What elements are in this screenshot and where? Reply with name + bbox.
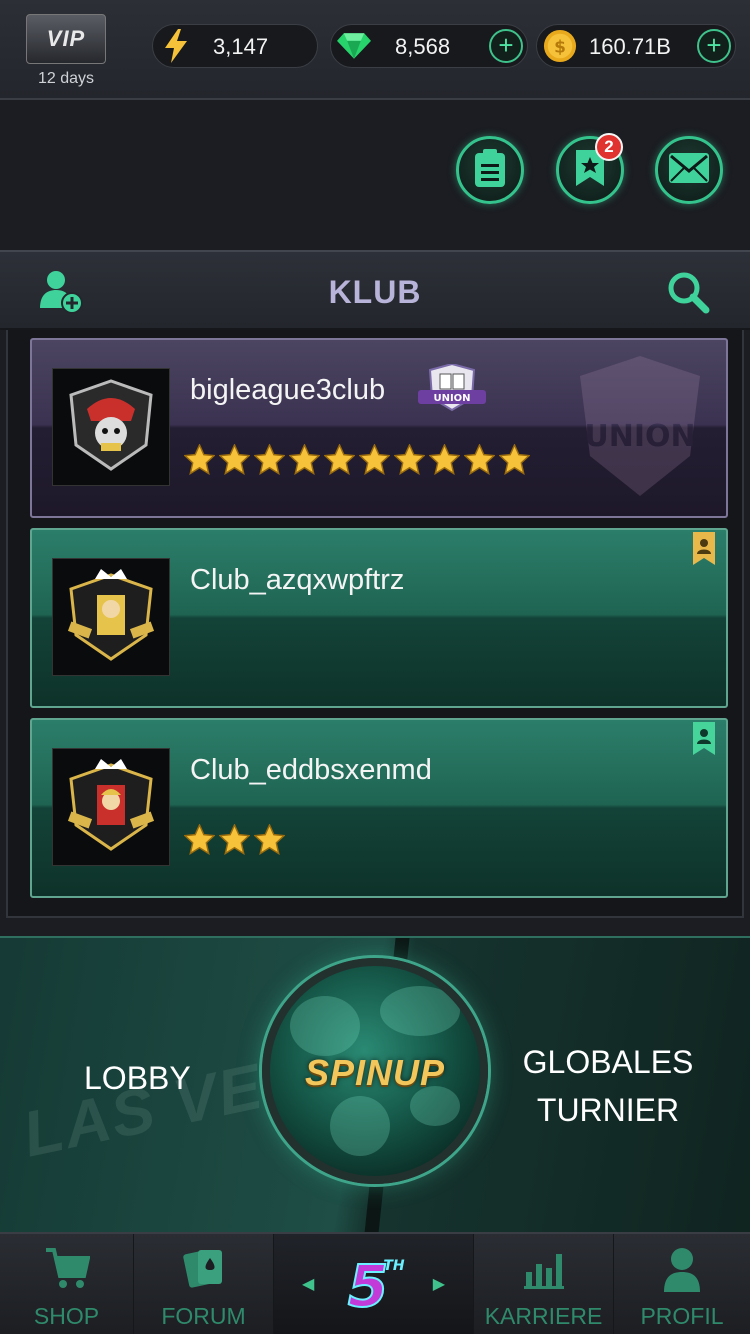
spinup-label: SPINUP: [304, 1052, 446, 1093]
nav-profil[interactable]: PROFIL: [614, 1234, 750, 1334]
star-icon: [218, 443, 251, 480]
globe-continent: [330, 1096, 390, 1156]
fifth-logo-number: 5: [347, 1252, 387, 1314]
arrow-left-icon: ◀: [302, 1276, 315, 1293]
favorites-button[interactable]: 2: [556, 133, 624, 204]
club-rating: [183, 443, 531, 480]
profile-icon: [662, 1246, 702, 1297]
club-rating: [183, 823, 286, 860]
globe-continent: [380, 986, 460, 1036]
club-avatar: [52, 368, 170, 486]
club-avatar: [52, 748, 170, 866]
star-icon: [253, 443, 286, 480]
klub-header: KLUB: [0, 250, 750, 330]
club-avatar: [52, 558, 170, 676]
mail-button[interactable]: [655, 136, 723, 204]
queen-crest-icon: [61, 755, 161, 860]
star-icon: [253, 823, 286, 860]
lightning-icon: [159, 29, 193, 63]
nav-forum[interactable]: FORUM: [134, 1234, 274, 1334]
cards-icon: [182, 1246, 226, 1297]
page-title: KLUB: [328, 274, 422, 310]
gem-icon: [337, 29, 371, 63]
king-crest-icon: [61, 565, 161, 670]
union-watermark-icon: UNION: [560, 346, 720, 511]
envelope-icon: [668, 152, 710, 189]
mode-banner: LAS VEGAS LOBBY GLOBALES TURNIER SPINUP: [0, 936, 750, 1234]
globe-continent: [290, 996, 360, 1056]
vip-label: VIP: [46, 26, 86, 51]
club-card-eddbsxenmd[interactable]: Club_eddbsxenmd: [30, 718, 728, 898]
star-icon: [183, 443, 216, 480]
global-tournament-line1: GLOBALES: [522, 1044, 694, 1080]
union-badge-icon: UNION: [416, 362, 488, 427]
union-watermark-text: UNION: [584, 419, 695, 454]
star-icon: [463, 443, 496, 480]
energy-counter: 3,147: [152, 24, 318, 68]
vip-days: 12 days: [37, 70, 95, 87]
add-coins-button[interactable]: +: [697, 29, 731, 63]
bookmark-gold-icon: [692, 532, 716, 571]
gems-value: 8,568: [395, 34, 451, 59]
star-icon: [498, 443, 531, 480]
star-icon: [393, 443, 426, 480]
star-icon: [288, 443, 321, 480]
star-icon: [358, 443, 391, 480]
gems-counter: 8,568 +: [330, 24, 528, 68]
star-icon: [428, 443, 461, 480]
club-name: bigleague3club: [190, 374, 386, 406]
nav-profil-label: PROFIL: [640, 1303, 724, 1329]
arrow-right-icon: ▶: [432, 1276, 445, 1293]
nav-forum-label: FORUM: [161, 1303, 246, 1329]
jester-crest-icon: [61, 375, 161, 480]
bookmark-green-icon: [692, 722, 716, 761]
svg-text:$: $: [554, 38, 566, 58]
club-card-azqxwpftrz[interactable]: Club_azqxwpftrz: [30, 528, 728, 708]
vip-badge: VIP: [26, 14, 106, 64]
spinup-globe-button[interactable]: SPINUP: [262, 958, 488, 1184]
nav-karriere[interactable]: KARRIERE: [474, 1234, 614, 1334]
global-tournament-line2: TURNIER: [536, 1092, 680, 1128]
nav-karriere-label: KARRIERE: [484, 1303, 603, 1329]
coins-value: 160.71B: [589, 34, 671, 59]
star-icon: [183, 823, 216, 860]
clipboard-icon: [473, 148, 507, 193]
add-gems-button[interactable]: +: [489, 29, 523, 63]
vip-status[interactable]: VIP 12 days: [26, 14, 106, 88]
lobby-button[interactable]: LOBBY: [84, 1060, 191, 1097]
union-badge-label: UNION: [433, 393, 470, 404]
club-card-bigleague3club[interactable]: UNION bigleague3club UNION: [30, 338, 728, 518]
fifth-anniversary-logo: 5 TH: [338, 1251, 410, 1321]
notes-button[interactable]: [456, 136, 524, 204]
coins-counter: $ 160.71B +: [536, 24, 736, 68]
star-icon: [323, 443, 356, 480]
nav-home[interactable]: ◀ 5 TH ▶: [274, 1234, 474, 1334]
notification-badge: 2: [595, 133, 623, 161]
top-bar: VIP 12 days 3,147 8,568 + $ 160.71B +: [0, 0, 750, 100]
bar-chart-icon: [522, 1246, 566, 1295]
nav-shop[interactable]: SHOP: [0, 1234, 134, 1334]
club-name: Club_eddbsxenmd: [190, 754, 432, 786]
star-icon: [218, 823, 251, 860]
club-name: Club_azqxwpftrz: [190, 564, 405, 596]
cart-icon: [44, 1246, 90, 1295]
fifth-logo-suffix: TH: [383, 1258, 405, 1274]
energy-value: 3,147: [213, 34, 269, 59]
nav-shop-label: SHOP: [33, 1303, 100, 1329]
coin-icon: $: [543, 29, 577, 63]
bottom-nav: SHOP FORUM ◀ 5 TH ▶ KARRIERE PROFIL: [0, 1232, 750, 1334]
search-icon[interactable]: [666, 270, 710, 319]
global-tournament-button[interactable]: GLOBALES TURNIER: [508, 1038, 708, 1134]
